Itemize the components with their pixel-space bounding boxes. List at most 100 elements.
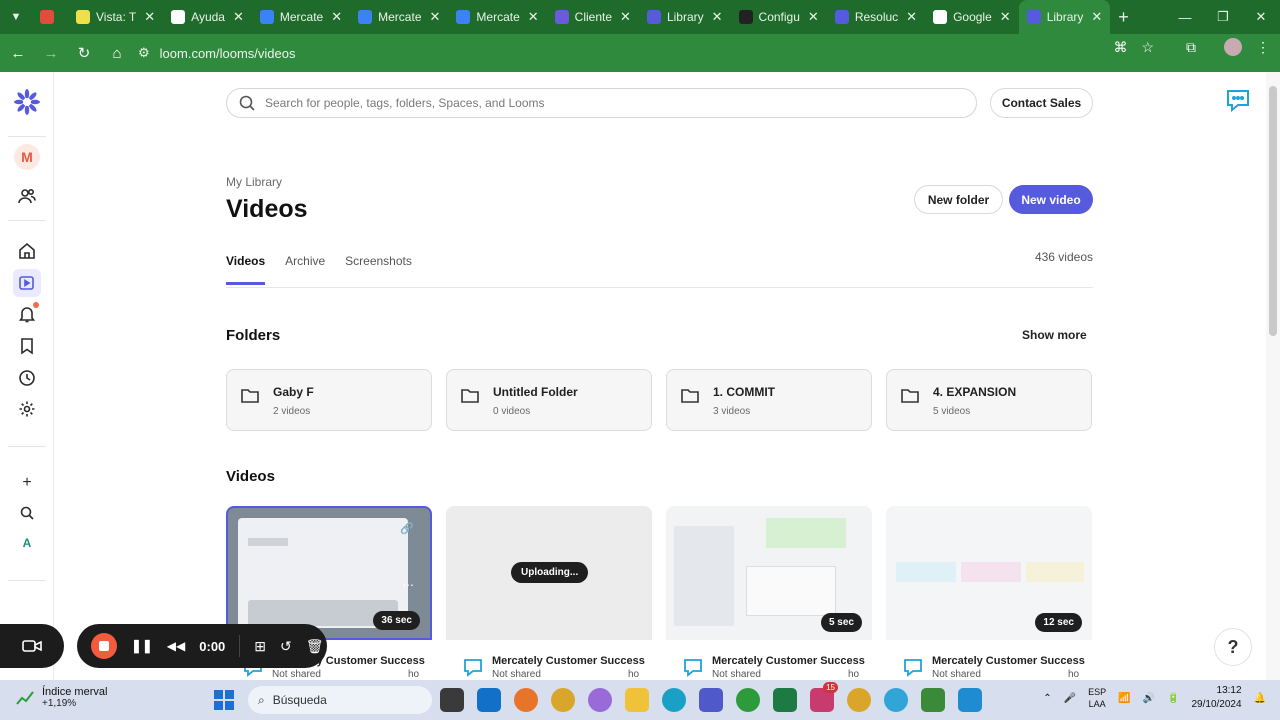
history-clock-icon[interactable] bbox=[13, 364, 41, 392]
video-thumbnail[interactable]: 🔗 ⋯ 36 sec bbox=[226, 506, 432, 640]
copy-link-icon[interactable]: 🔗 bbox=[400, 522, 414, 535]
chrome-icon[interactable] bbox=[551, 688, 575, 712]
bookmark-star-icon[interactable]: ☆ bbox=[1141, 39, 1154, 56]
video-title[interactable]: Mercately Customer Success bbox=[492, 655, 645, 667]
app-icon[interactable] bbox=[884, 688, 908, 712]
loom-chat-icon[interactable] bbox=[1224, 86, 1252, 119]
browser-tab[interactable] bbox=[32, 0, 68, 34]
show-more-link[interactable]: Show more bbox=[1022, 328, 1087, 342]
menu-icon[interactable]: ⋮ bbox=[1256, 39, 1270, 56]
close-tab-icon[interactable]: ✕ bbox=[712, 9, 723, 25]
rewind-icon[interactable]: ◀◀ bbox=[167, 639, 185, 653]
folder-card[interactable]: 4. EXPANSION 5 videos bbox=[886, 369, 1092, 431]
browser-tab[interactable]: Configu ✕ bbox=[731, 0, 827, 34]
tab-screenshots[interactable]: Screenshots bbox=[345, 254, 412, 285]
add-icon[interactable]: + bbox=[13, 469, 41, 497]
browser-tab[interactable]: Google ✕ bbox=[925, 0, 1019, 34]
close-tab-icon[interactable]: ✕ bbox=[1000, 9, 1011, 25]
space-a-icon[interactable]: A bbox=[13, 529, 41, 557]
contact-sales-button[interactable]: Contact Sales bbox=[990, 88, 1093, 118]
pause-icon[interactable]: ❚❚ bbox=[131, 638, 153, 654]
folder-card[interactable]: Gaby F 2 videos bbox=[226, 369, 432, 431]
show-hidden-icons[interactable]: ⌃ bbox=[1043, 693, 1051, 704]
search-nav-icon[interactable] bbox=[13, 499, 41, 527]
market-widget[interactable]: Índice merval +1,19% bbox=[16, 686, 107, 709]
browser-tab[interactable]: Cliente ✕ bbox=[547, 0, 639, 34]
share-status[interactable]: Not shared bbox=[272, 669, 321, 680]
notifications-icon[interactable]: 🔔 bbox=[1254, 693, 1266, 704]
video-card[interactable]: Uploading... Mercately Customer Success … bbox=[446, 506, 652, 680]
reload-icon[interactable]: ↻ bbox=[69, 38, 99, 68]
close-tab-icon[interactable]: ✕ bbox=[808, 9, 819, 25]
browser-tab[interactable]: Library ✕ bbox=[639, 0, 731, 34]
new-video-button[interactable]: New video bbox=[1009, 185, 1093, 214]
settings-gear-icon[interactable] bbox=[13, 395, 41, 423]
recorder-camera-button[interactable] bbox=[0, 624, 64, 668]
file-explorer-icon[interactable] bbox=[625, 688, 649, 712]
video-card[interactable]: 5 sec Mercately Customer Success Not sha… bbox=[666, 506, 872, 680]
outlook-icon[interactable] bbox=[477, 688, 501, 712]
close-window-icon[interactable]: ✕ bbox=[1242, 0, 1280, 34]
excel-icon[interactable] bbox=[773, 688, 797, 712]
search-bar[interactable] bbox=[226, 88, 977, 118]
browser-tab[interactable]: Library ✕ bbox=[1018, 0, 1111, 34]
firefox-icon[interactable] bbox=[514, 688, 538, 712]
share-status[interactable]: Not shared bbox=[932, 669, 981, 680]
profile-avatar[interactable] bbox=[1224, 38, 1242, 56]
browser-tab[interactable]: Vista: T ✕ bbox=[68, 0, 163, 34]
close-tab-icon[interactable]: ✕ bbox=[331, 9, 342, 25]
browser-tab[interactable]: Mercate ✕ bbox=[350, 0, 448, 34]
clock[interactable]: 13:12 29/10/2024 bbox=[1191, 684, 1241, 712]
new-tab-button[interactable]: + bbox=[1118, 7, 1129, 28]
page-scrollbar[interactable] bbox=[1266, 72, 1280, 680]
restart-icon[interactable]: ↺ bbox=[280, 638, 292, 655]
volume-icon[interactable]: 🔊 bbox=[1143, 693, 1155, 704]
bookmark-nav-icon[interactable] bbox=[13, 332, 41, 360]
delete-icon[interactable]: 🗑 bbox=[306, 638, 324, 655]
video-title[interactable]: Mercately Customer Success bbox=[712, 655, 865, 667]
share-status[interactable]: Not shared bbox=[712, 669, 761, 680]
chrome-active-icon[interactable] bbox=[847, 688, 871, 712]
tab-archive[interactable]: Archive bbox=[285, 254, 325, 285]
edge-icon[interactable] bbox=[662, 688, 686, 712]
image-app-icon[interactable] bbox=[921, 688, 945, 712]
language-indicator[interactable]: ESP LAA bbox=[1088, 686, 1106, 710]
home-icon[interactable]: ⌂ bbox=[102, 38, 132, 68]
close-tab-icon[interactable]: ✕ bbox=[906, 9, 917, 25]
folder-card[interactable]: Untitled Folder 0 videos bbox=[446, 369, 652, 431]
breadcrumb[interactable]: My Library bbox=[226, 175, 282, 189]
copilot-icon[interactable] bbox=[588, 688, 612, 712]
microphone-icon[interactable]: 🎤 bbox=[1064, 693, 1076, 704]
people-icon[interactable] bbox=[13, 182, 41, 210]
close-tab-icon[interactable]: ✕ bbox=[1091, 9, 1102, 25]
close-tab-icon[interactable]: ✕ bbox=[233, 9, 244, 25]
forward-icon[interactable]: → bbox=[36, 38, 66, 68]
stop-recording-button[interactable] bbox=[91, 633, 117, 659]
home-nav-icon[interactable] bbox=[13, 237, 41, 265]
extensions-icon[interactable]: ⧉ bbox=[1186, 39, 1196, 56]
video-thumbnail[interactable]: 5 sec bbox=[666, 506, 872, 640]
taskbar-search[interactable]: ⌕ Búsqueda bbox=[248, 686, 432, 714]
network-app-icon[interactable] bbox=[958, 688, 982, 712]
video-title[interactable]: Mercately Customer Success bbox=[932, 655, 1085, 667]
close-tab-icon[interactable]: ✕ bbox=[430, 9, 441, 25]
address-bar[interactable]: ⚙ loom.com/looms/videos bbox=[130, 38, 1140, 68]
more-options-icon[interactable]: ⋯ bbox=[402, 578, 414, 592]
minimize-icon[interactable]: — bbox=[1166, 0, 1204, 34]
browser-tab[interactable]: Resoluc ✕ bbox=[827, 0, 925, 34]
tab-videos[interactable]: Videos bbox=[226, 254, 266, 285]
browser-tab[interactable]: Mercate ✕ bbox=[252, 0, 350, 34]
loom-logo-icon[interactable] bbox=[13, 88, 41, 116]
new-folder-button[interactable]: New folder bbox=[914, 185, 1003, 214]
task-view-icon[interactable] bbox=[440, 688, 464, 712]
windows-start-icon[interactable] bbox=[214, 690, 234, 710]
restore-icon[interactable]: ❐ bbox=[1204, 0, 1242, 34]
teams-icon[interactable] bbox=[699, 688, 723, 712]
search-input[interactable] bbox=[265, 96, 915, 110]
folder-card[interactable]: 1. COMMIT 3 videos bbox=[666, 369, 872, 431]
tab-search-icon[interactable]: ▼ bbox=[0, 0, 32, 34]
site-info-icon[interactable]: ⚙ bbox=[138, 45, 150, 61]
wifi-icon[interactable]: 📶 bbox=[1118, 693, 1130, 704]
translate-icon[interactable]: ⌘ bbox=[1113, 39, 1127, 56]
video-thumbnail[interactable]: 12 sec bbox=[886, 506, 1092, 640]
